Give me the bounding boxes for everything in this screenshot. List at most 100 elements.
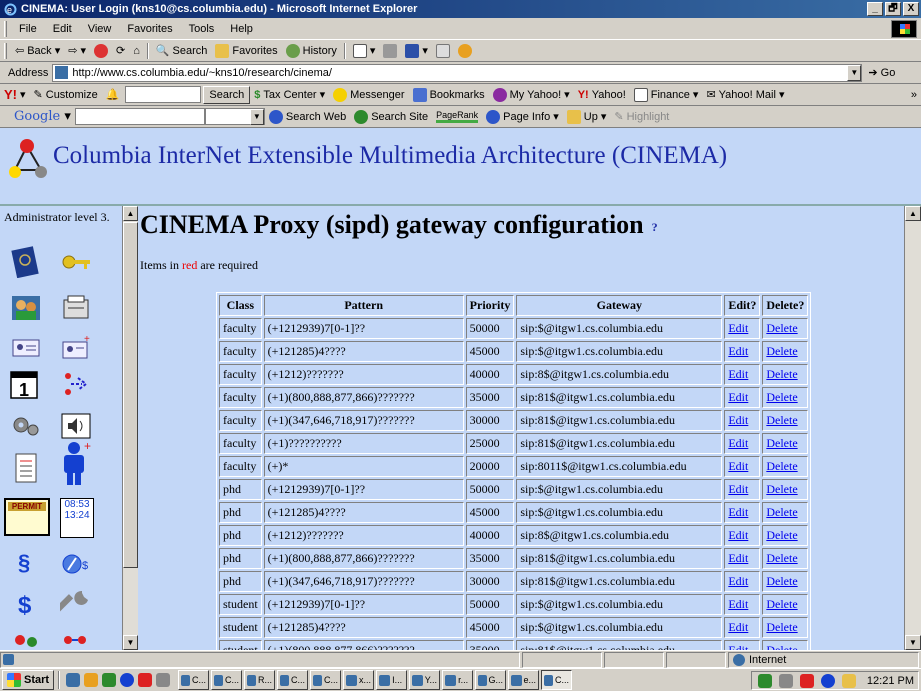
rolodex-icon[interactable] <box>60 292 92 324</box>
taskbar-task-button[interactable]: I... <box>376 670 408 690</box>
edit-link[interactable]: Edit <box>728 413 748 427</box>
key-icon[interactable] <box>60 246 92 278</box>
address-input[interactable]: http://www.cs.columbia.edu/~kns10/resear… <box>52 63 863 82</box>
delete-link[interactable]: Delete <box>766 551 797 565</box>
search-site-button[interactable]: Search Site <box>350 109 432 124</box>
yahoo-search-button[interactable]: Search <box>203 85 251 104</box>
close-button[interactable]: X <box>903 2 919 16</box>
yahoo-logo-button[interactable]: Y! ▾ <box>0 87 30 102</box>
edit-link[interactable]: Edit <box>728 505 748 519</box>
tray-network-icon[interactable] <box>757 673 772 688</box>
pagerank-indicator[interactable]: PageRank <box>432 110 482 123</box>
delete-link[interactable]: Delete <box>766 597 797 611</box>
search-button[interactable]: 🔍 Search <box>152 44 212 58</box>
clock-schedule-icon[interactable]: 08:53 13:24 <box>60 498 94 538</box>
delete-link[interactable]: Delete <box>766 436 797 450</box>
favorites-button[interactable]: Favorites <box>211 43 281 58</box>
go-button[interactable]: ➔ Go <box>862 66 901 79</box>
person-add-icon[interactable]: + <box>58 440 94 486</box>
alert-button[interactable]: 🔔 <box>102 88 124 101</box>
menu-help[interactable]: Help <box>222 23 261 35</box>
edit-link[interactable]: Edit <box>728 482 748 496</box>
scroll-down-button[interactable]: ▼ <box>123 635 138 650</box>
menu-favorites[interactable]: Favorites <box>119 23 180 35</box>
mail-button[interactable]: ▾ <box>349 43 380 58</box>
network-icon[interactable] <box>60 630 92 650</box>
edit-link[interactable]: Edit <box>728 344 748 358</box>
back-button[interactable]: ⇦ Back ▾ <box>11 44 64 58</box>
help-link[interactable]: ? <box>652 220 658 234</box>
edit-link[interactable]: Edit <box>728 367 748 381</box>
nav-scrollbar[interactable]: ▲ ▼ <box>122 206 138 650</box>
group-icon[interactable] <box>12 630 44 650</box>
edit-link[interactable]: Edit <box>728 551 748 565</box>
up-button[interactable]: Up ▾ <box>563 109 611 124</box>
search-web-button[interactable]: Search Web <box>265 109 350 124</box>
google-search-dropdown[interactable]: ▼ <box>204 108 265 125</box>
my-yahoo-button[interactable]: My Yahoo! ▾ <box>489 87 574 102</box>
document-list-icon[interactable] <box>10 452 42 484</box>
section-icon[interactable]: § <box>18 550 50 582</box>
edit-link[interactable]: Edit <box>728 436 748 450</box>
delete-link[interactable]: Delete <box>766 413 797 427</box>
refresh-button[interactable]: ⟳ <box>112 44 129 57</box>
messenger-button[interactable] <box>454 43 476 58</box>
forward-button[interactable]: ⇨ ▾ <box>64 44 90 57</box>
discuss-button[interactable] <box>432 43 454 58</box>
quick-launch-explorer-icon[interactable] <box>84 673 99 687</box>
speaker-icon[interactable] <box>60 410 92 442</box>
quick-launch-desktop-icon[interactable] <box>66 673 81 687</box>
history-button[interactable]: History <box>282 43 341 58</box>
bookmarks-button[interactable]: Bookmarks <box>409 87 489 102</box>
taskbar-task-button[interactable]: C... <box>541 670 573 690</box>
address-dropdown-button[interactable]: ▼ <box>847 64 862 81</box>
delete-link[interactable]: Delete <box>766 505 797 519</box>
menu-view[interactable]: View <box>80 23 120 35</box>
finance-button[interactable]: Finance ▾ <box>630 87 703 102</box>
chevron-down-icon[interactable]: ▼ <box>249 109 264 125</box>
delete-link[interactable]: Delete <box>766 344 797 358</box>
menu-file[interactable]: File <box>11 23 45 35</box>
stop-button[interactable] <box>90 43 112 58</box>
taskbar-task-button[interactable]: R... <box>244 670 276 690</box>
delete-link[interactable]: Delete <box>766 367 797 381</box>
calendar-icon[interactable]: 1 <box>8 368 40 400</box>
users-icon[interactable] <box>10 292 42 324</box>
taskbar-task-button[interactable]: x... <box>343 670 375 690</box>
contact-card-icon[interactable] <box>10 332 42 364</box>
tax-center-button[interactable]: $ Tax Center ▾ <box>250 88 329 102</box>
delete-link[interactable]: Delete <box>766 620 797 634</box>
billing-dollar-icon[interactable]: $ <box>18 592 50 624</box>
taskbar-task-button[interactable]: r... <box>442 670 474 690</box>
tray-mail-icon[interactable] <box>841 673 856 688</box>
taskbar-task-button[interactable]: C... <box>211 670 243 690</box>
quick-launch-ie-icon[interactable] <box>120 673 135 687</box>
edit-link[interactable]: Edit <box>728 390 748 404</box>
rate-icon[interactable]: $ <box>60 548 92 580</box>
quick-launch-misc-icon[interactable] <box>156 673 171 687</box>
page-info-button[interactable]: Page Info ▾ <box>482 109 563 124</box>
restore-button[interactable]: 🗗 <box>885 2 901 16</box>
taskbar-task-button[interactable]: C... <box>310 670 342 690</box>
tray-messenger-icon[interactable] <box>820 673 835 688</box>
home-button[interactable]: ⌂ <box>129 45 144 57</box>
taskbar-task-button[interactable]: e... <box>508 670 540 690</box>
edit-link[interactable]: Edit <box>728 643 748 650</box>
wrench-icon[interactable] <box>60 588 92 620</box>
edit-link[interactable]: Edit <box>728 321 748 335</box>
scroll-down-button[interactable]: ▼ <box>905 635 921 650</box>
taskbar-task-button[interactable]: C... <box>277 670 309 690</box>
print-button[interactable] <box>379 43 401 58</box>
edit-word-button[interactable]: ▾ <box>401 43 432 58</box>
edit-link[interactable]: Edit <box>728 620 748 634</box>
menu-tools[interactable]: Tools <box>181 23 223 35</box>
edit-link[interactable]: Edit <box>728 574 748 588</box>
edit-link[interactable]: Edit <box>728 528 748 542</box>
taskbar-task-button[interactable]: G... <box>475 670 507 690</box>
permit-icon[interactable]: PERMIT <box>4 498 50 536</box>
customize-button[interactable]: ✎ Customize <box>30 88 102 102</box>
gears-icon[interactable] <box>10 410 42 442</box>
yahoo-mail-button[interactable]: ✉ Yahoo! Mail ▾ <box>702 88 788 102</box>
taskbar-task-button[interactable]: C... <box>178 670 210 690</box>
tray-antivirus-icon[interactable] <box>799 673 814 688</box>
